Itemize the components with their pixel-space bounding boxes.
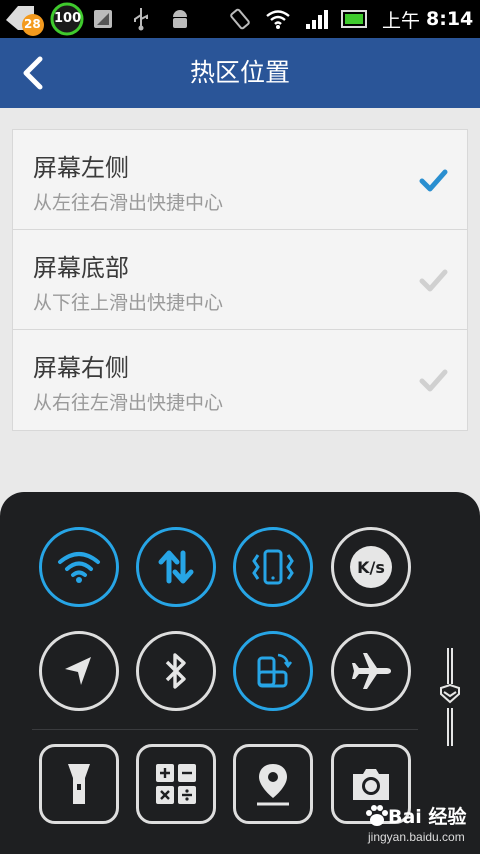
panel-handle[interactable] <box>432 642 468 752</box>
battery-circle-label: 100 <box>54 11 82 26</box>
notification-count-badge: 28 <box>24 17 41 31</box>
option-left[interactable]: 屏幕左侧 从左往右滑出快捷中心 <box>13 130 467 230</box>
airplane-toggle[interactable] <box>331 631 411 711</box>
paw-icon <box>366 805 388 826</box>
gps-toggle[interactable] <box>39 631 119 711</box>
watermark-text: Bai 经验 <box>388 806 467 828</box>
calculator-icon <box>156 764 196 804</box>
handle-icon <box>440 648 460 746</box>
data-arrows-icon <box>158 550 194 584</box>
camera-icon <box>353 769 389 800</box>
back-chevron-icon <box>23 56 43 90</box>
title-bar: 热区位置 <box>0 38 480 108</box>
time: 8:14 <box>426 8 474 30</box>
usb-icon <box>130 0 152 38</box>
screenshot-icon <box>92 0 114 38</box>
map-pin-icon <box>257 764 289 806</box>
option-bottom[interactable]: 屏幕底部 从下往上滑出快捷中心 <box>13 230 467 330</box>
hotzone-option-list: 屏幕左侧 从左往右滑出快捷中心 屏幕底部 从下往上滑出快捷中心 屏幕右侧 从右往… <box>12 129 468 431</box>
page-title: 热区位置 <box>189 58 290 87</box>
option-right[interactable]: 屏幕右侧 从右往左滑出快捷中心 <box>13 330 467 430</box>
rotate-icon <box>226 0 254 38</box>
vibrate-toggle[interactable] <box>233 527 313 607</box>
watermark-url: jingyan.baidu.com <box>368 830 465 844</box>
bluetooth-toggle[interactable] <box>136 631 216 711</box>
option-title: 屏幕底部 <box>33 254 129 282</box>
android-debug-icon <box>168 0 192 38</box>
check-icon <box>419 369 448 392</box>
option-subtitle: 从右往左滑出快捷中心 <box>33 392 224 414</box>
calculator-button[interactable] <box>136 744 216 824</box>
notification-icon: 28 <box>0 0 46 38</box>
speed-label: K/s <box>357 557 385 577</box>
option-subtitle: 从下往上滑出快捷中心 <box>33 292 224 314</box>
flashlight-icon <box>68 764 90 804</box>
speed-icon: K/s <box>350 546 392 588</box>
wifi-status-icon <box>264 0 292 38</box>
data-toggle[interactable] <box>136 527 216 607</box>
location-arrow-icon <box>65 657 91 685</box>
option-title: 屏幕右侧 <box>33 354 129 382</box>
option-title: 屏幕左侧 <box>33 154 129 182</box>
time-prefix: 上午 <box>382 9 421 32</box>
battery-icon <box>340 0 370 38</box>
signal-icon <box>302 0 332 38</box>
option-subtitle: 从左往右滑出快捷中心 <box>33 192 224 214</box>
airplane-icon <box>352 653 391 689</box>
baidu-watermark: Bai 经验 jingyan.baidu.com <box>362 800 480 854</box>
map-button[interactable] <box>233 744 313 824</box>
speed-toggle[interactable]: K/s <box>331 527 411 607</box>
battery-circle-icon: 100 <box>48 0 86 38</box>
panel-divider <box>32 729 418 730</box>
check-icon <box>419 169 448 192</box>
bluetooth-icon <box>165 653 186 689</box>
rotation-toggle[interactable] <box>233 631 313 711</box>
status-bar: 28 100 上午 8:14 <box>0 0 480 38</box>
check-icon <box>419 269 448 292</box>
flashlight-button[interactable] <box>39 744 119 824</box>
back-button[interactable] <box>10 48 54 98</box>
status-clock: 上午 8:14 <box>382 0 474 38</box>
rotate-screen-icon <box>257 653 293 688</box>
wifi-icon <box>58 552 100 583</box>
vibrate-icon <box>252 549 294 585</box>
wifi-toggle[interactable] <box>39 527 119 607</box>
